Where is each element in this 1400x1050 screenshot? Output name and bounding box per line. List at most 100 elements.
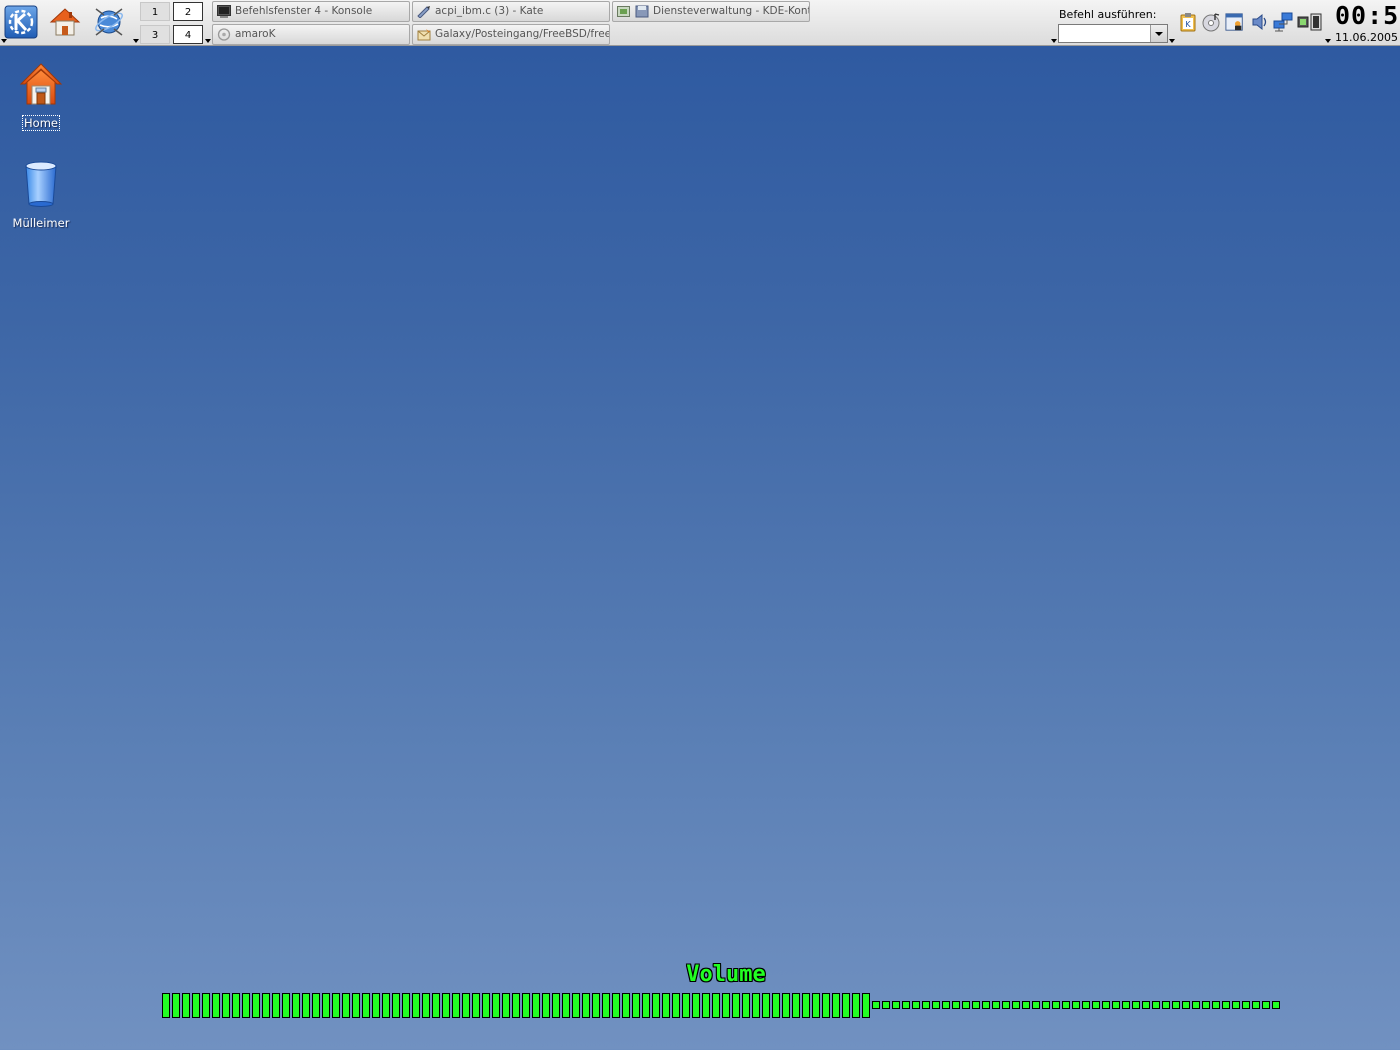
task-label: Diensteverwaltung - KDE-Kontrollzentrum (653, 5, 809, 17)
task-kate[interactable]: acpi_ibm.c (3) - Kate (412, 1, 610, 22)
osd-volume-segment-filled (822, 993, 830, 1018)
pager-desktop-4[interactable]: 4 (173, 25, 203, 44)
osd-volume-segment-filled (512, 993, 520, 1018)
osd-volume-segment-filled (162, 993, 170, 1018)
osd-volume-segment-filled (302, 993, 310, 1018)
osd-volume-segment-empty (912, 1001, 920, 1009)
desktop-icon-label: Home (22, 115, 60, 131)
svg-text:K: K (1185, 20, 1191, 29)
desktop-pager: 1 2 3 4 (140, 0, 206, 46)
osd-volume-segment-filled (332, 993, 340, 1018)
osd-volume-segment-filled (722, 993, 730, 1018)
konqueror-launcher[interactable] (90, 3, 128, 41)
osd-volume-segment-empty (1032, 1001, 1040, 1009)
pager-desktop-1[interactable]: 1 (140, 2, 170, 21)
osd-volume-segment-empty (1022, 1001, 1030, 1009)
osd-volume-segment-filled (422, 993, 430, 1018)
battery-icon (1297, 13, 1322, 31)
osd-volume-segment-empty (1132, 1001, 1140, 1009)
run-command-value (1059, 30, 1062, 43)
pager-desktop-2[interactable]: 2 (173, 2, 203, 21)
home-launcher[interactable] (46, 3, 84, 41)
osd-volume-segment-filled (592, 993, 600, 1018)
desktop-icon-trash[interactable]: Mülleimer (4, 160, 78, 231)
osd-volume-segment-filled (702, 993, 710, 1018)
osd-volume-segment-empty (1232, 1001, 1240, 1009)
osd-volume-segment-filled (812, 993, 820, 1018)
kate-icon (417, 6, 430, 18)
panel-arrow[interactable] (1, 39, 7, 43)
kmail-icon (417, 29, 431, 41)
osd-volume-segment-filled (672, 993, 680, 1018)
osd-volume-segment-filled (802, 993, 810, 1018)
osd-volume-segment-filled (262, 993, 270, 1018)
task-label: acpi_ibm.c (3) - Kate (435, 5, 544, 17)
osd-volume-segment-filled (532, 993, 540, 1018)
kscd-tray[interactable] (1201, 11, 1221, 33)
osd-volume-segment-filled (442, 993, 450, 1018)
task-kcontrol[interactable]: Diensteverwaltung - KDE-Kontrollzentrum (612, 1, 810, 22)
volume-tray[interactable] (1250, 11, 1270, 33)
osd-volume-segment-filled (232, 993, 240, 1018)
pager-desktop-3[interactable]: 3 (140, 25, 170, 44)
osd-volume-segment-empty (1222, 1001, 1230, 1009)
osd-volume-segment-filled (462, 993, 470, 1018)
osd-volume-segment-filled (562, 993, 570, 1018)
osd-volume-segment-empty (1102, 1001, 1110, 1009)
kmenu-button[interactable] (2, 3, 40, 41)
osd-volume-segment-filled (342, 993, 350, 1018)
network-tray[interactable] (1273, 11, 1293, 33)
network-icon (1273, 12, 1293, 32)
kontact-tray[interactable] (1225, 11, 1245, 33)
osd-volume-segment-empty (982, 1001, 990, 1009)
osd-volume-segment-empty (902, 1001, 910, 1009)
osd-volume-segment-empty (972, 1001, 980, 1009)
osd-volume-segment-filled (472, 993, 480, 1018)
osd-volume-segment-empty (1192, 1001, 1200, 1009)
osd-volume-segment-filled (392, 993, 400, 1018)
run-command-input[interactable] (1058, 24, 1168, 43)
konsole-icon (217, 5, 231, 18)
konqueror-browser-icon (95, 8, 123, 36)
osd-volume-segment-filled (582, 993, 590, 1018)
osd-volume-segment-filled (482, 993, 490, 1018)
run-command-dropdown-button[interactable] (1150, 25, 1167, 42)
osd-volume-segment-empty (1242, 1001, 1250, 1009)
clock-applet[interactable]: 00:53 11.06.2005 (1330, 0, 1400, 46)
battery-tray[interactable] (1297, 11, 1323, 33)
osd-volume-segment-filled (222, 993, 230, 1018)
task-konsole[interactable]: Befehlsfenster 4 - Konsole (212, 1, 410, 22)
osd-volume-segment-empty (962, 1001, 970, 1009)
clock-time: 00:53 (1335, 1, 1400, 30)
task-label: Galaxy/Posteingang/FreeBSD/freebsd (435, 28, 610, 40)
osd-volume-segment-empty (872, 1001, 880, 1009)
osd-volume-segment-empty (1212, 1001, 1220, 1009)
desktop-icon-home[interactable]: Home (4, 60, 78, 131)
osd-volume-segment-filled (252, 993, 260, 1018)
run-command-applet: Befehl ausführen: (1052, 0, 1170, 46)
panel-arrow[interactable] (1169, 39, 1175, 43)
osd-volume-segment-filled (772, 993, 780, 1018)
osd-volume-segment-filled (192, 993, 200, 1018)
task-kmail[interactable]: Galaxy/Posteingang/FreeBSD/freebsd (412, 24, 610, 45)
osd-volume-segment-empty (1182, 1001, 1190, 1009)
panel-arrow[interactable] (133, 39, 139, 43)
task-amarok[interactable]: amaroK (212, 24, 410, 45)
osd-volume-segment-empty (942, 1001, 950, 1009)
panel-arrow[interactable] (205, 39, 211, 43)
kcontrol-icon (617, 6, 630, 17)
volume-icon (1252, 13, 1267, 31)
klipper-tray[interactable]: K (1178, 11, 1198, 33)
osd-volume-segment-empty (882, 1001, 890, 1009)
osd-volume-segment-filled (172, 993, 180, 1018)
kde-panel: 1 2 3 4 Befehlsfenster 4 - Konsole acpi_… (0, 0, 1400, 46)
clock-date: 11.06.2005 (1335, 31, 1398, 44)
osd-volume-segment-filled (202, 993, 210, 1018)
osd-volume-segment-empty (1152, 1001, 1160, 1009)
run-command-label: Befehl ausführen: (1059, 8, 1157, 21)
osd-volume-segment-empty (1202, 1001, 1210, 1009)
kscd-icon (1202, 13, 1220, 32)
osd-volume-segment-filled (552, 993, 560, 1018)
osd-volume-segment-empty (1272, 1001, 1280, 1009)
amarok-icon (217, 28, 231, 41)
